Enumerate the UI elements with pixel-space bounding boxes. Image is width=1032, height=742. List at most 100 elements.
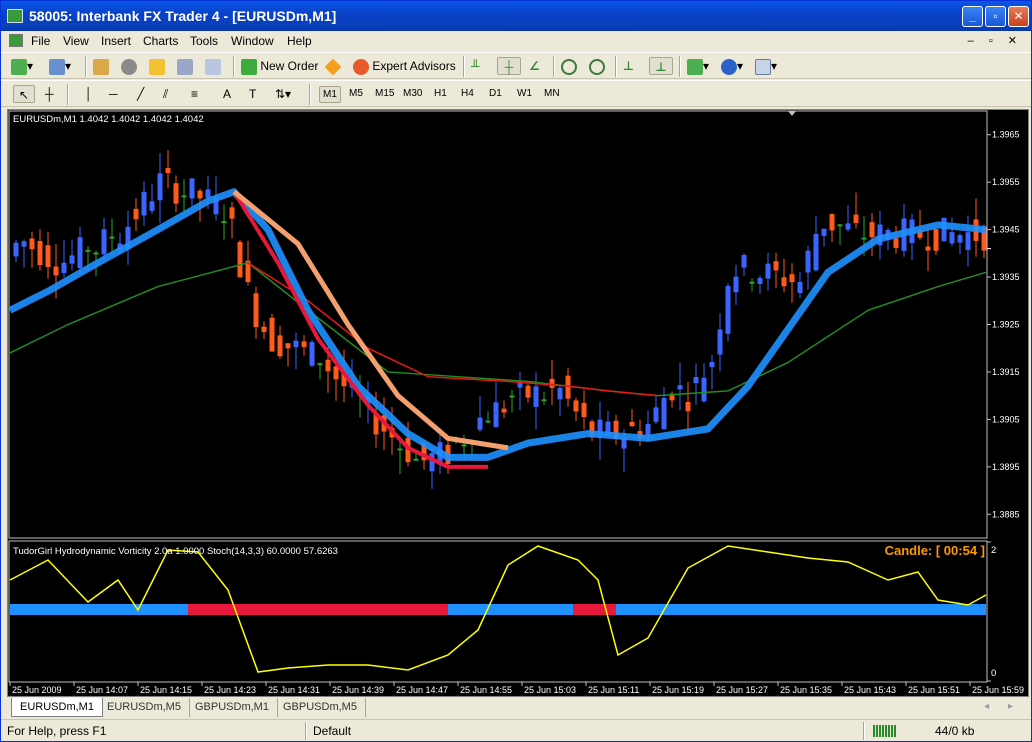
candle-body xyxy=(509,395,515,398)
time-label: 25 Jun 14:23 xyxy=(204,685,256,695)
time-label: 25 Jun 15:51 xyxy=(908,685,960,695)
tab-scroll-arrows[interactable]: ◂ ▸ xyxy=(984,701,1021,712)
text-button[interactable]: A xyxy=(223,85,231,103)
profiles-button[interactable]: ▾ xyxy=(49,57,71,75)
timeframe-d1[interactable]: D1 xyxy=(486,86,505,103)
candle-body xyxy=(941,217,947,242)
candle-timer: Candle: [ 00:54 ] xyxy=(885,543,985,558)
tab-eurusdm-m1[interactable]: EURUSDm,M1 xyxy=(11,698,103,717)
arrows-icon: ⇅▾ xyxy=(275,87,292,101)
timeframe-mn[interactable]: MN xyxy=(541,86,563,103)
candle-body xyxy=(141,191,147,216)
periods-button[interactable]: ▾ xyxy=(721,57,743,75)
candlestick-icon: ┼ xyxy=(504,60,514,74)
timeframe-h4[interactable]: H4 xyxy=(458,86,477,103)
terminal-button[interactable] xyxy=(177,57,193,75)
trendline-button[interactable]: ╱ xyxy=(137,85,144,103)
menu-window[interactable]: Window xyxy=(231,34,274,48)
timeframe-m5[interactable]: M5 xyxy=(346,86,366,103)
arrows-button[interactable]: ⇅▾ xyxy=(275,85,291,103)
bar-chart-button[interactable]: ╨ xyxy=(471,57,480,75)
vertical-line-button[interactable]: │ xyxy=(85,85,93,103)
candlestick-chart-button[interactable]: ┼ xyxy=(497,57,521,75)
zoom-in-icon xyxy=(561,58,577,75)
timeframe-m1[interactable]: M1 xyxy=(319,86,341,103)
expert-advisors-button[interactable]: Expert Advisors xyxy=(353,57,456,75)
chart-window[interactable]: 1.3965 1.3955 1.3945 1.3935 1.3925 1.3915 1.39… xyxy=(7,109,1029,697)
minimize-button[interactable]: _ xyxy=(962,6,983,27)
cursor-icon: ↖ xyxy=(18,88,30,102)
candle-body xyxy=(949,232,955,244)
status-help: For Help, press F1 xyxy=(7,724,107,738)
menu-bar: File View Insert Charts Tools Window Hel… xyxy=(1,31,1031,51)
cursor-button[interactable]: ↖ xyxy=(13,85,35,103)
templates-button[interactable]: ▾ xyxy=(755,57,777,75)
candle-body xyxy=(933,229,939,251)
tab-gbpusdm-m5[interactable]: GBPUSDm,M5 xyxy=(275,698,366,717)
candle-body xyxy=(845,223,851,230)
zoom-out-button[interactable] xyxy=(589,57,605,75)
candle-body xyxy=(805,250,811,273)
timeframe-m15[interactable]: M15 xyxy=(372,86,397,103)
timeframe-m30[interactable]: M30 xyxy=(400,86,425,103)
line-chart-icon: ∠ xyxy=(529,59,540,73)
menu-file[interactable]: File xyxy=(31,34,50,48)
line-chart-button[interactable]: ∠ xyxy=(529,57,540,75)
diamond-icon xyxy=(324,58,342,76)
maximize-button[interactable]: ▫ xyxy=(985,6,1006,27)
candle-body xyxy=(557,388,563,400)
expert-advisors-icon xyxy=(353,58,369,75)
candle-body xyxy=(165,167,171,174)
menu-view[interactable]: View xyxy=(63,34,89,48)
auto-scroll-button[interactable]: ⊥ xyxy=(623,57,634,75)
new-order-button[interactable]: New Order xyxy=(241,57,318,75)
candle-body xyxy=(893,238,899,248)
profiles-icon xyxy=(49,58,65,75)
time-label: 25 Jun 14:15 xyxy=(140,685,192,695)
mdi-window-buttons[interactable]: – ▫ ✕ xyxy=(968,34,1023,47)
chart-tabs: EURUSDm,M1 EURUSDm,M5 GBPUSDm,M1 GBPUSDm… xyxy=(7,698,1029,718)
candle-body xyxy=(285,343,291,349)
metaeditor-button[interactable] xyxy=(324,57,342,76)
strategy-tester-button[interactable] xyxy=(205,57,221,75)
candle-body xyxy=(261,326,267,333)
menu-tools[interactable]: Tools xyxy=(190,34,218,48)
crosshair-button[interactable]: ┼ xyxy=(45,85,54,103)
candle-body xyxy=(21,241,27,247)
candle-body xyxy=(277,335,283,357)
new-chart-button[interactable]: ▾ xyxy=(11,57,33,75)
title-bar[interactable]: 58005: Interbank FX Trader 4 - [EURUSDm,… xyxy=(1,1,1031,31)
chart-shift-button[interactable]: ⊥ xyxy=(649,57,673,75)
timeframe-w1[interactable]: W1 xyxy=(514,86,535,103)
chart-canvas[interactable]: 1.3965 1.3955 1.3945 1.3935 1.3925 1.3915 1.39… xyxy=(8,110,1028,696)
menu-charts[interactable]: Charts xyxy=(143,34,178,48)
horizontal-line-button[interactable]: ─ xyxy=(109,85,118,103)
timeframe-h1[interactable]: H1 xyxy=(431,86,450,103)
candle-body xyxy=(693,376,699,384)
data-window-button[interactable] xyxy=(121,57,137,75)
candle-body xyxy=(925,246,931,251)
indicators-button[interactable]: ▾ xyxy=(687,57,709,75)
candle-body xyxy=(181,195,187,198)
market-watch-button[interactable] xyxy=(93,57,109,75)
indicator-header: TudorGirl Hydrodynamic Vorticity 2.0a 1.… xyxy=(13,546,338,557)
navigator-button[interactable] xyxy=(149,57,165,75)
price-label: 1.3945 xyxy=(992,225,1020,235)
tab-eurusdm-m5[interactable]: EURUSDm,M5 xyxy=(99,698,190,717)
menu-insert[interactable]: Insert xyxy=(101,34,131,48)
status-traffic: 44/0 kb xyxy=(935,724,975,738)
fibonacci-button[interactable]: ≡ xyxy=(191,85,198,103)
candle-body xyxy=(229,207,235,219)
horizontal-line-icon: ─ xyxy=(109,87,118,101)
close-button[interactable]: ✕ xyxy=(1008,6,1029,27)
zoom-in-button[interactable] xyxy=(561,57,577,75)
bar-chart-icon: ╨ xyxy=(471,59,480,73)
price-label: 1.3955 xyxy=(992,177,1020,187)
candle-body xyxy=(765,263,771,279)
text-label-button[interactable]: T xyxy=(249,85,256,103)
menu-help[interactable]: Help xyxy=(287,34,312,48)
tab-gbpusdm-m1[interactable]: GBPUSDm,M1 xyxy=(187,698,278,717)
time-label: 25 Jun 15:43 xyxy=(844,685,896,695)
candle-body xyxy=(109,236,115,239)
equidistant-channel-button[interactable]: ⫽ xyxy=(163,85,168,103)
